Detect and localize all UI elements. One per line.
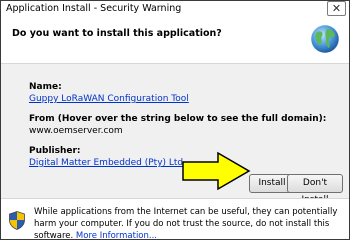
dialog-header: Do you want to install this application? bbox=[1, 17, 349, 64]
window-title: Application Install - Security Warning bbox=[6, 3, 182, 14]
globe-icon bbox=[310, 24, 340, 54]
name-label: Name: bbox=[29, 82, 62, 92]
warning-footer: While applications from the Internet can… bbox=[1, 198, 349, 239]
app-name-link[interactable]: Guppy LoRaWAN Configuration Tool bbox=[29, 94, 189, 104]
dont-install-button[interactable]: Don't Install bbox=[287, 174, 343, 205]
shield-icon bbox=[9, 211, 25, 230]
title-bar: Application Install - Security Warning ✕ bbox=[1, 1, 349, 17]
from-label: From (Hover over the string below to see… bbox=[29, 114, 327, 124]
dialog-content: Name: Guppy LoRaWAN Configuration Tool F… bbox=[1, 64, 349, 205]
yellow-arrow-icon bbox=[182, 151, 251, 191]
install-question: Do you want to install this application? bbox=[12, 28, 222, 39]
from-value: www.oemserver.com bbox=[29, 126, 123, 136]
more-information-link[interactable]: More Information... bbox=[76, 231, 157, 239]
security-warning-dialog: Application Install - Security Warning ✕… bbox=[0, 0, 350, 240]
publisher-link[interactable]: Digital Matter Embedded (Pty) Ltd bbox=[29, 158, 183, 168]
warning-message: While applications from the Internet can… bbox=[34, 206, 346, 239]
close-button[interactable]: ✕ bbox=[327, 1, 346, 16]
close-icon: ✕ bbox=[331, 2, 342, 15]
publisher-label: Publisher: bbox=[29, 146, 81, 156]
